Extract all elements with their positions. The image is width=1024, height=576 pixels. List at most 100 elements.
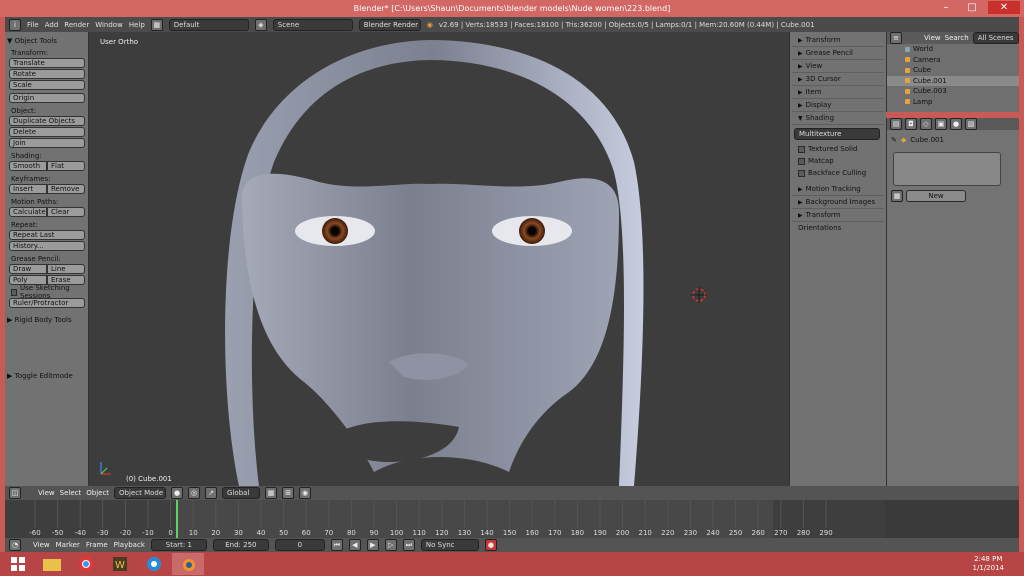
start-frame-field[interactable]: Start: 1 <box>150 539 207 551</box>
tl-marker-menu[interactable]: Marker <box>56 541 80 549</box>
outliner-item-cube[interactable]: Cube <box>887 65 1019 76</box>
expand-icon[interactable]: ▶ <box>7 316 12 324</box>
start-button[interactable] <box>2 553 34 575</box>
timeline-scrubber[interactable]: -60 -50 -40 -30 -20 -10 0 10 20 30 40 50 60 70 80 90 100… <box>5 500 885 538</box>
outliner-view-menu[interactable]: View <box>924 34 941 42</box>
blender-taskbar-icon[interactable] <box>172 553 204 575</box>
manipulator-icon[interactable]: ↗ <box>205 487 218 499</box>
translate-button[interactable]: Translate <box>9 58 85 68</box>
history-button[interactable]: History... <box>9 241 85 251</box>
menu-add[interactable]: Add <box>45 21 59 29</box>
texture-slot-list[interactable] <box>893 152 1001 186</box>
expand-icon[interactable]: ▶ <box>7 372 12 380</box>
remove-key-button[interactable]: Remove <box>47 184 85 194</box>
orientation-selector[interactable]: Global <box>222 487 261 499</box>
end-frame-field[interactable]: End: 250 <box>212 539 269 551</box>
repeat-last-button[interactable]: Repeat Last <box>9 230 85 240</box>
layout-icon[interactable]: ▦ <box>150 18 163 31</box>
jump-end-icon[interactable]: ⏭ <box>402 539 415 551</box>
material-tab-icon[interactable]: ● <box>950 118 962 130</box>
mode-selector[interactable]: Object Mode <box>114 487 167 499</box>
calculate-button[interactable]: Calculate <box>9 207 47 217</box>
duplicate-button[interactable]: Duplicate Objects <box>9 116 85 126</box>
smooth-button[interactable]: Smooth <box>9 161 47 171</box>
outliner-scenes-selector[interactable]: All Scenes <box>972 32 1019 44</box>
sketching-checkbox[interactable]: Use Sketching Sessions <box>7 284 86 300</box>
pin-icon[interactable]: ✎ <box>891 136 897 144</box>
panel-view[interactable]: ▶ View <box>792 60 884 73</box>
panel-transform-orientations[interactable]: ▶ Transform Orientations <box>792 209 884 232</box>
tl-frame-menu[interactable]: Frame <box>86 541 108 549</box>
panel-item[interactable]: ▶ Item <box>792 86 884 99</box>
texture-browse-icon[interactable]: ▦ <box>891 190 903 202</box>
select-menu[interactable]: Select <box>60 489 82 497</box>
layers-icon[interactable]: ▦ <box>265 487 278 499</box>
collapse-icon[interactable]: ▼ <box>7 37 12 45</box>
close-button[interactable]: ✕ <box>988 1 1020 14</box>
menu-help[interactable]: Help <box>129 21 145 29</box>
outliner-item-lamp[interactable]: Lamp <box>887 97 1019 108</box>
file-explorer-icon[interactable] <box>36 553 68 575</box>
join-button[interactable]: Join <box>9 138 85 148</box>
sync-selector[interactable]: No Sync <box>420 539 479 551</box>
scene-icon[interactable]: ◈ <box>254 18 267 31</box>
matcap-checkbox[interactable]: Matcap <box>792 155 884 167</box>
origin-button[interactable]: Origin <box>9 93 85 103</box>
render-engine-selector[interactable]: Blender Render <box>358 18 421 31</box>
view-menu[interactable]: View <box>38 489 55 497</box>
outliner-item-cube003[interactable]: Cube.003 <box>887 86 1019 97</box>
prev-key-icon[interactable]: ◀ <box>348 539 361 551</box>
editor-type-icon[interactable]: i <box>9 18 21 31</box>
draw-button[interactable]: Draw <box>9 264 47 274</box>
panel-3d-cursor[interactable]: ▶ 3D Cursor <box>792 73 884 86</box>
panel-background-images[interactable]: ▶ Background Images <box>792 196 884 209</box>
menu-render[interactable]: Render <box>64 21 89 29</box>
outliner-item-world[interactable]: World <box>887 44 1019 55</box>
outliner-search-menu[interactable]: Search <box>945 34 969 42</box>
rotate-button[interactable]: Rotate <box>9 69 85 79</box>
toggle-editmode-label[interactable]: Toggle Editmode <box>15 372 73 380</box>
timeline-type-icon[interactable]: ◔ <box>9 539 21 551</box>
outliner-type-icon[interactable]: ≡ <box>890 32 902 44</box>
object-tab-icon[interactable]: ▣ <box>935 118 947 130</box>
tl-view-menu[interactable]: View <box>33 541 50 549</box>
textured-solid-checkbox[interactable]: Textured Solid <box>792 143 884 155</box>
chrome-icon[interactable] <box>70 553 102 575</box>
maximize-button[interactable]: □ <box>962 1 982 14</box>
outliner-item-cube001[interactable]: Cube.001 <box>887 75 1019 86</box>
3d-viewport[interactable]: User Ortho (0) Cube.001 <box>89 32 789 486</box>
current-frame-field[interactable]: 0 <box>274 539 325 551</box>
jump-start-icon[interactable]: ⏮ <box>330 539 343 551</box>
pivot-icon[interactable]: ◎ <box>188 487 201 499</box>
outliner-item-camera[interactable]: Camera <box>887 55 1019 66</box>
3d-cursor-icon[interactable] <box>691 287 707 303</box>
rigid-body-label[interactable]: Rigid Body Tools <box>15 316 72 324</box>
object-menu[interactable]: Object <box>86 489 109 497</box>
flat-button[interactable]: Flat <box>47 161 85 171</box>
tl-playback-menu[interactable]: Playback <box>114 541 145 549</box>
render-preview-icon[interactable]: ◉ <box>299 487 312 499</box>
panel-transform[interactable]: ▶ Transform <box>792 34 884 47</box>
menu-file[interactable]: File <box>27 21 39 29</box>
texture-tab-icon[interactable]: ▧ <box>965 118 977 130</box>
record-icon[interactable]: ● <box>484 539 497 551</box>
backface-culling-checkbox[interactable]: Backface Culling <box>792 167 884 179</box>
app-icon[interactable] <box>138 553 170 575</box>
next-key-icon[interactable]: ▷ <box>384 539 397 551</box>
scene-selector[interactable]: Scene <box>272 18 353 31</box>
snap-icon[interactable]: ⊞ <box>282 487 295 499</box>
panel-grease-pencil[interactable]: ▶ Grease Pencil <box>792 47 884 60</box>
system-clock[interactable]: 2:48 PM 1/1/2014 <box>973 555 1004 573</box>
layout-selector[interactable]: Default <box>168 18 249 31</box>
panel-motion-tracking[interactable]: ▶ Motion Tracking <box>792 183 884 196</box>
properties-type-icon[interactable]: ▤ <box>890 118 902 130</box>
minimize-button[interactable]: – <box>936 1 956 14</box>
scale-button[interactable]: Scale <box>9 80 85 90</box>
shading-mode-selector[interactable]: Multitexture <box>794 128 880 140</box>
shading-icon[interactable]: ● <box>171 487 184 499</box>
play-icon[interactable]: ▶ <box>366 539 379 551</box>
warcraft-icon[interactable]: W <box>104 553 136 575</box>
clear-button[interactable]: Clear <box>47 207 85 217</box>
delete-button[interactable]: Delete <box>9 127 85 137</box>
insert-key-button[interactable]: Insert <box>9 184 47 194</box>
